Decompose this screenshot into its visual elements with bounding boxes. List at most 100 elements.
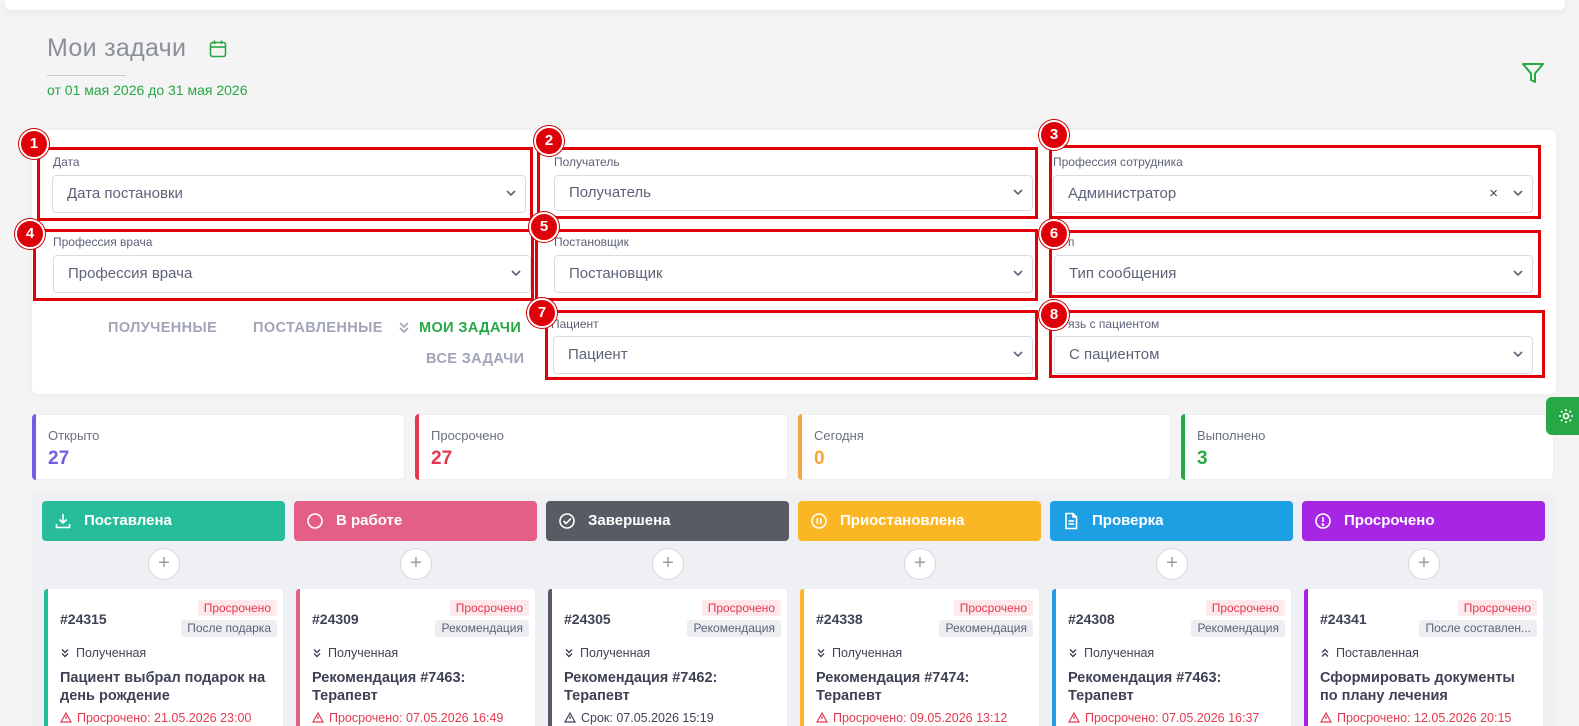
add-task-button[interactable]: + — [904, 548, 936, 580]
column-header[interactable]: Приостановлена — [798, 501, 1041, 541]
stat-label: Сегодня — [814, 428, 864, 443]
filter-icon[interactable] — [1520, 60, 1546, 86]
chevron-down-icon — [1013, 189, 1023, 196]
task-title[interactable]: Пациент выбрал подарок на день рождение — [60, 669, 275, 705]
direction-label: Полученная — [76, 646, 147, 660]
task-card[interactable]: #24341 Просрочено После составлен... Пос… — [1304, 589, 1543, 726]
stat-today[interactable]: Сегодня 0 — [798, 414, 1171, 480]
add-task-button[interactable]: + — [1156, 548, 1188, 580]
staff-profession-select[interactable]: Администратор × — [1053, 175, 1533, 213]
recipient-select[interactable]: Получатель — [554, 175, 1033, 211]
add-task-button[interactable]: + — [400, 548, 432, 580]
column-title: Приостановлена — [840, 512, 965, 529]
tab-received[interactable]: ПОЛУЧЕННЫЕ — [108, 320, 217, 336]
task-number[interactable]: #24309 — [312, 611, 359, 627]
chevron-double-down-icon — [817, 649, 825, 658]
task-title[interactable]: Рекомендация #7462: Терапевт — [564, 669, 779, 705]
status-badge: Просрочено — [1457, 600, 1537, 616]
column-header[interactable]: Просрочено — [1302, 501, 1545, 541]
calendar-icon[interactable] — [208, 39, 228, 59]
status-badge: Просрочено — [449, 600, 529, 616]
task-number[interactable]: #24305 — [564, 611, 611, 627]
task-card[interactable]: #24308 Просрочено Рекомендация Полученна… — [1052, 589, 1291, 726]
check-circle-icon — [559, 513, 575, 529]
column-header[interactable]: Проверка — [1050, 501, 1293, 541]
doctor-profession-select[interactable]: Профессия врача — [53, 255, 531, 293]
column-header[interactable]: Поставлена — [42, 501, 285, 541]
type-badge: Рекомендация — [435, 620, 529, 637]
task-title[interactable]: Рекомендация #7463: Терапевт — [1068, 669, 1283, 705]
column-title: Завершена — [588, 512, 671, 529]
column-title: Проверка — [1092, 512, 1164, 529]
stat-open[interactable]: Открыто 27 — [32, 414, 405, 480]
due-text: Просрочено: 21.05.2026 23:00 — [77, 711, 252, 725]
task-number[interactable]: #24308 — [1068, 611, 1115, 627]
warning-icon — [312, 712, 324, 723]
top-header-bar — [5, 0, 1565, 10]
warning-icon — [60, 712, 72, 723]
task-card[interactable]: #24309 Просрочено Рекомендация Полученна… — [296, 589, 535, 726]
warning-icon — [816, 712, 828, 723]
chevron-down-icon — [1513, 190, 1523, 197]
kanban-column: Приостановлена + #24338 Просрочено Реком… — [798, 501, 1041, 726]
type-badge: После составлен... — [1419, 620, 1537, 637]
tab-my-tasks[interactable]: МОИ ЗАДАЧИ — [419, 320, 521, 336]
clear-icon[interactable]: × — [1489, 176, 1498, 212]
card-accent-bar — [296, 589, 300, 726]
tab-all-tasks[interactable]: ВСЕ ЗАДАЧИ — [426, 351, 525, 367]
task-number[interactable]: #24341 — [1320, 611, 1367, 627]
marker-badge-8: 8 — [1039, 300, 1069, 330]
stat-completed[interactable]: Выполнено 3 — [1181, 414, 1554, 480]
tab-assigned[interactable]: ПОСТАВЛЕННЫЕ — [253, 320, 383, 336]
message-type-select[interactable]: Тип сообщения — [1054, 255, 1533, 293]
kanban-column: Просрочено + #24341 Просрочено После сос… — [1302, 501, 1545, 726]
assigner-select[interactable]: Постановщик — [554, 255, 1033, 293]
column-header[interactable]: Завершена — [546, 501, 789, 541]
status-badge: Просрочено — [701, 600, 781, 616]
due-date: Срок: 07.05.2026 15:19 — [564, 711, 714, 725]
column-header[interactable]: В работе — [294, 501, 537, 541]
due-text: Просрочено: 07.05.2026 16:49 — [329, 711, 504, 725]
stat-label: Открыто — [48, 428, 100, 443]
due-date: Просрочено: 21.05.2026 23:00 — [60, 711, 251, 725]
add-task-button[interactable]: + — [652, 548, 684, 580]
due-date: Просрочено: 09.05.2026 13:12 — [816, 711, 1007, 725]
due-text: Просрочено: 07.05.2026 16:37 — [1085, 711, 1260, 725]
patient-link-select[interactable]: С пациентом — [1054, 336, 1533, 374]
chevron-double-down-icon — [565, 649, 573, 658]
column-title: В работе — [336, 512, 403, 529]
task-title[interactable]: Рекомендация #7474: Терапевт — [816, 669, 1031, 705]
stat-label: Просрочено — [431, 428, 504, 443]
add-task-button[interactable]: + — [148, 548, 180, 580]
filter-label-assigner: Постановщик — [554, 235, 629, 249]
due-date: Просрочено: 12.05.2026 20:15 — [1320, 711, 1511, 725]
pause-circle-icon — [811, 513, 827, 529]
add-task-button[interactable]: + — [1408, 548, 1440, 580]
task-number[interactable]: #24338 — [816, 611, 863, 627]
due-text: Просрочено: 12.05.2026 20:15 — [1337, 711, 1512, 725]
stat-value: 27 — [431, 448, 453, 469]
date-select[interactable]: Дата постановки — [52, 175, 526, 213]
warning-icon — [564, 712, 576, 723]
stat-accent-bar — [798, 414, 802, 480]
chevron-down-icon — [506, 190, 516, 197]
patient-select[interactable]: Пациент — [553, 336, 1033, 374]
date-range[interactable]: от 01 мая 2026 до 31 мая 2026 — [47, 82, 248, 98]
chevron-down-icon — [1513, 351, 1523, 358]
task-card[interactable]: #24315 Просрочено После подарка Полученн… — [44, 589, 283, 726]
task-card[interactable]: #24338 Просрочено Рекомендация Полученна… — [800, 589, 1039, 726]
task-title[interactable]: Сформировать документы по плану лечения — [1320, 669, 1535, 705]
task-number[interactable]: #24315 — [60, 611, 107, 627]
alert-circle-icon — [1315, 513, 1331, 529]
marker-badge-1: 1 — [19, 129, 49, 159]
chevron-down-icon — [511, 270, 521, 277]
task-title[interactable]: Рекомендация #7463: Терапевт — [312, 669, 527, 705]
marker-badge-6: 6 — [1039, 219, 1069, 249]
card-accent-bar — [44, 589, 48, 726]
settings-side-button[interactable] — [1546, 397, 1579, 435]
kanban-column: Проверка + #24308 Просрочено Рекомендаци… — [1050, 501, 1293, 726]
task-card[interactable]: #24305 Просрочено Рекомендация Полученна… — [548, 589, 787, 726]
stat-overdue[interactable]: Просрочено 27 — [415, 414, 788, 480]
direction-label: Полученная — [832, 646, 903, 660]
stat-accent-bar — [1181, 414, 1185, 480]
